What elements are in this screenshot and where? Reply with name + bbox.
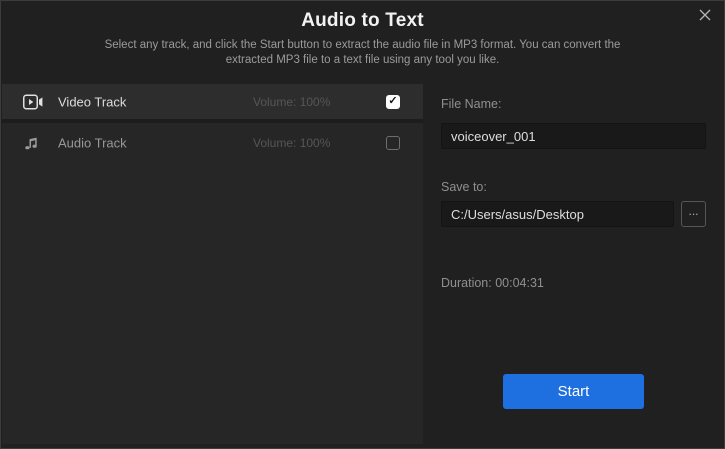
file-name-label: File Name: — [441, 97, 501, 111]
track-name: Audio Track — [58, 135, 127, 150]
track-row-audio[interactable]: Audio Track Volume: 100% — [2, 123, 423, 162]
file-name-input[interactable] — [441, 123, 706, 149]
audio-to-text-dialog: Audio to Text Select any track, and clic… — [0, 0, 725, 449]
video-camera-icon — [23, 94, 43, 110]
track-row-video[interactable]: Video Track Volume: 100% ✓ — [2, 84, 423, 123]
close-icon — [698, 8, 712, 27]
track-checkbox[interactable]: ✓ — [386, 95, 400, 109]
track-list-panel: Video Track Volume: 100% ✓ Audio Track V… — [2, 84, 423, 444]
track-name: Video Track — [58, 94, 126, 109]
save-to-input[interactable] — [441, 201, 674, 227]
save-to-label: Save to: — [441, 180, 487, 194]
duration-text: Duration: 00:04:31 — [441, 276, 544, 290]
dialog-description: Select any track, and click the Start bu… — [1, 38, 724, 68]
track-volume: Volume: 100% — [253, 95, 330, 109]
track-checkbox[interactable] — [386, 136, 400, 150]
track-volume: Volume: 100% — [253, 136, 330, 150]
browse-button[interactable]: ... — [681, 201, 706, 227]
checkmark-icon: ✓ — [388, 96, 397, 107]
description-line-1: Select any track, and click the Start bu… — [1, 38, 724, 53]
start-button[interactable]: Start — [503, 374, 644, 409]
export-settings-panel: File Name: Save to: ... Duration: 00:04:… — [423, 84, 723, 447]
page-title: Audio to Text — [1, 10, 724, 32]
description-line-2: extracted MP3 file to a text file using … — [1, 53, 724, 68]
music-note-icon — [23, 135, 43, 151]
dialog-header: Audio to Text Select any track, and clic… — [1, 1, 724, 83]
close-button[interactable] — [694, 6, 716, 28]
